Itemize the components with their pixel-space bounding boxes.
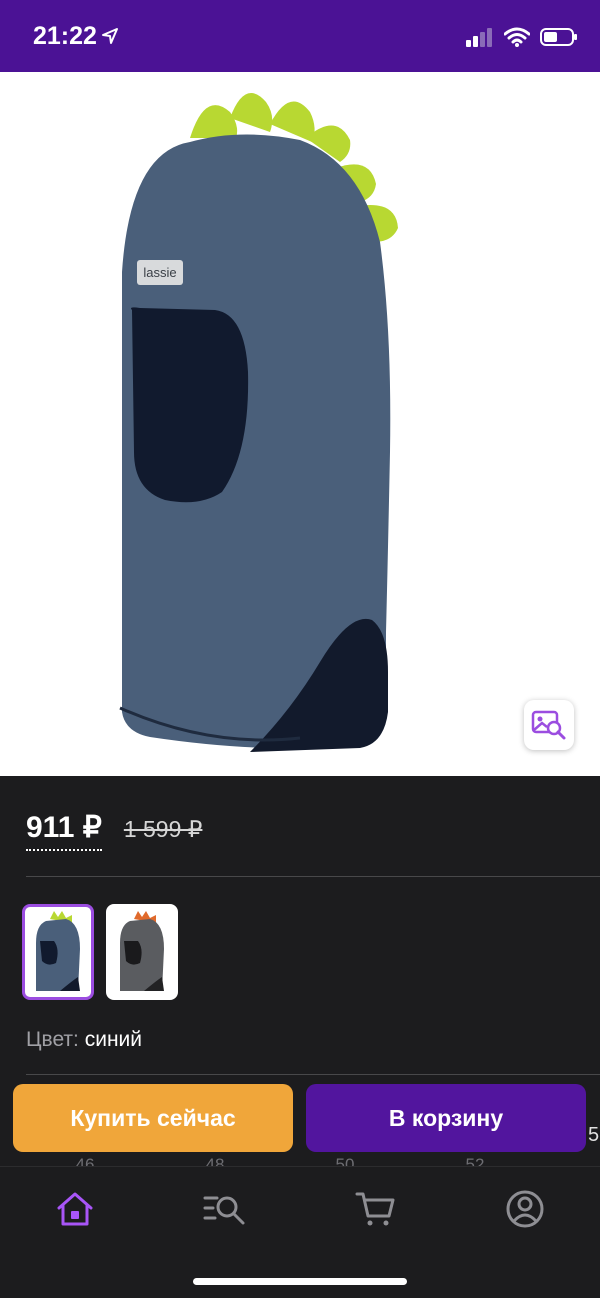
home-indicator — [193, 1278, 407, 1285]
image-search-icon — [531, 710, 566, 740]
chevron-left-icon — [31, 104, 47, 136]
catalog-search-icon — [203, 1196, 245, 1225]
status-bar: 21:22 — [0, 0, 600, 72]
variant-thumb-blue[interactable] — [22, 904, 94, 1000]
back-button[interactable] — [16, 96, 64, 144]
variant-thumb-gray[interactable] — [106, 904, 178, 1000]
color-row: Цвет: синий — [26, 1028, 142, 1052]
tab-cart[interactable] — [354, 1187, 398, 1231]
location-arrow-icon — [102, 28, 118, 44]
tab-profile[interactable] — [503, 1187, 547, 1231]
status-indicators — [466, 22, 578, 52]
color-value: синий — [84, 1028, 143, 1051]
old-price: 1 599 ₽ — [123, 816, 203, 842]
current-price[interactable]: 911 ₽ — [26, 810, 102, 851]
share-icon — [545, 102, 575, 139]
tab-home[interactable] — [53, 1187, 97, 1231]
profile-icon — [506, 1190, 544, 1228]
heart-icon — [460, 102, 500, 137]
color-label: Цвет: — [26, 1028, 79, 1051]
product-image: lassie — [119, 93, 398, 752]
cart-icon — [355, 1192, 395, 1226]
add-to-cart-button[interactable]: В корзину — [306, 1084, 586, 1152]
price-row: 911 ₽ 1 599 ₽ — [26, 810, 202, 851]
color-variants — [22, 904, 178, 1000]
home-icon — [57, 1192, 93, 1226]
image-search-button[interactable] — [524, 700, 574, 750]
variant-image-gray — [120, 911, 164, 991]
divider — [26, 876, 600, 877]
status-time: 21:22 — [33, 22, 97, 50]
cellular-signal-icon — [466, 28, 492, 47]
share-button[interactable] — [536, 96, 584, 144]
divider — [26, 1074, 600, 1075]
tab-catalog[interactable] — [203, 1187, 247, 1231]
buy-now-button[interactable]: Купить сейчас — [13, 1084, 293, 1152]
battery-icon — [540, 28, 577, 46]
product-image-gallery[interactable]: lassie — [0, 72, 600, 776]
wifi-icon — [504, 27, 530, 47]
brand-tag-text: lassie — [143, 265, 176, 280]
variant-image-blue — [36, 911, 80, 991]
favorite-button[interactable] — [456, 96, 504, 144]
size-edge-label: 5 — [588, 1124, 600, 1146]
